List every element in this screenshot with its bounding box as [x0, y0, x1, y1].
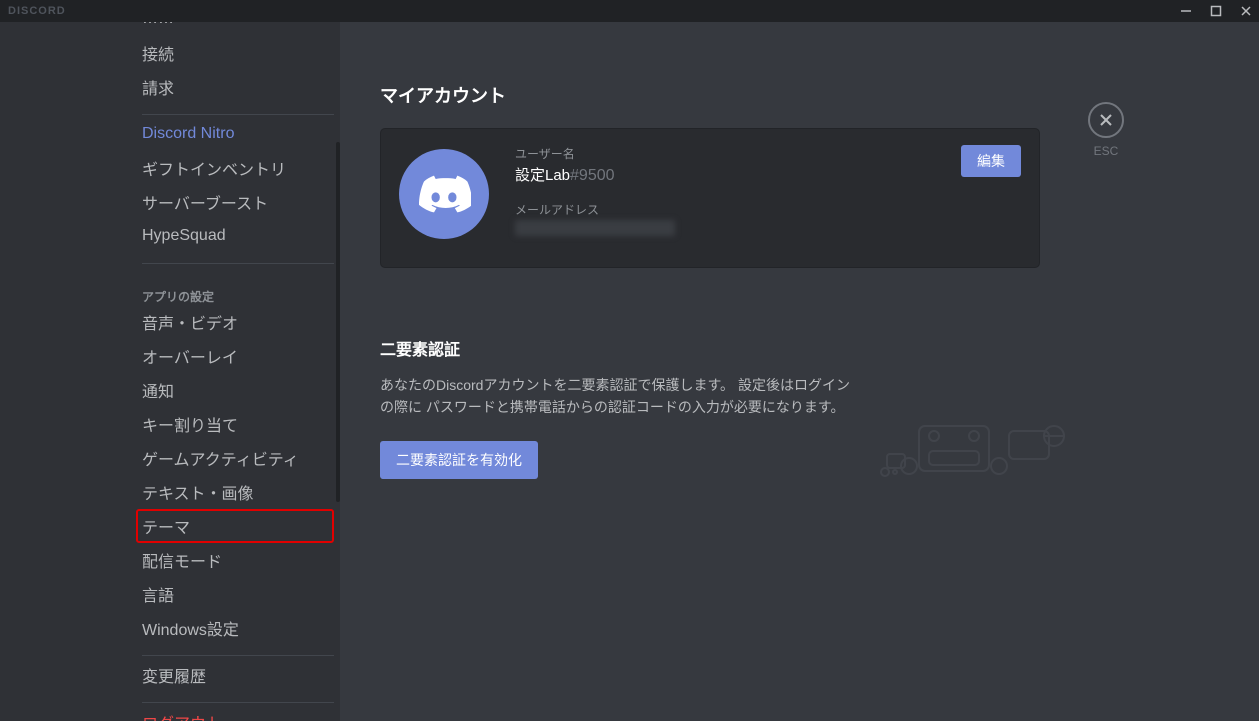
sidebar-item-logout[interactable]: ログアウト	[142, 705, 334, 721]
discord-logo-icon	[417, 174, 471, 214]
sidebar-item-language[interactable]: 言語	[142, 577, 334, 611]
discord-brand: DISCORD	[8, 5, 66, 17]
sidebar-item-theme[interactable]: テーマ	[136, 509, 334, 543]
sidebar-separator	[142, 114, 334, 115]
username-value: 設定Lab	[515, 167, 570, 184]
sidebar-item-hypesquad[interactable]: HypeSquad	[142, 219, 334, 253]
sidebar-item-text-images[interactable]: テキスト・画像	[142, 475, 334, 509]
sidebar-item-connections[interactable]: 接続	[142, 36, 334, 70]
sidebar-item-boost[interactable]: サーバーブースト	[142, 185, 334, 219]
account-card: ユーザー名 設定Lab#9500 メールアドレス 編集	[380, 128, 1040, 268]
sidebar-item-overlay[interactable]: オーバーレイ	[142, 339, 334, 373]
sidebar-separator	[142, 655, 334, 656]
window-maximize-icon[interactable]	[1209, 4, 1223, 18]
sidebar-item-billing[interactable]: 請求	[142, 70, 334, 104]
sidebar-item-game-activity[interactable]: ゲームアクティビティ	[142, 441, 334, 475]
settings-content: マイアカウント ユーザー名 設定Lab#9500 メールアドレス 編	[340, 22, 1259, 721]
window-close-icon[interactable]	[1239, 4, 1253, 18]
email-label: メールアドレス	[515, 201, 935, 218]
discriminator: #9500	[570, 167, 615, 184]
email-value-redacted	[515, 220, 675, 236]
window-minimize-icon[interactable]	[1179, 4, 1193, 18]
sidebar-item-streamer[interactable]: 配信モード	[142, 543, 334, 577]
close-icon	[1098, 112, 1114, 128]
sidebar-item-notifications[interactable]: 通知	[142, 373, 334, 407]
settings-sidebar: …… 接続 請求 Discord Nitro ギフトインベントリ サーバーブース…	[0, 22, 340, 721]
edit-button[interactable]: 編集	[961, 145, 1021, 177]
wumpus-illustration	[879, 406, 1079, 491]
sidebar-item-nitro[interactable]: Discord Nitro	[142, 117, 334, 151]
sidebar-item-cutoff[interactable]: ……	[142, 22, 334, 36]
sidebar-header-app: アプリの設定	[142, 278, 334, 305]
twofa-description: あなたのDiscordアカウントを二要素認証で保護します。 設定後はログインの際…	[380, 374, 850, 419]
esc-label: ESC	[1094, 144, 1119, 158]
enable-2fa-button[interactable]: 二要素認証を有効化	[380, 441, 538, 479]
twofa-title: 二要素認証	[380, 336, 1219, 360]
sidebar-separator	[142, 263, 334, 264]
sidebar-item-windows[interactable]: Windows設定	[142, 611, 334, 645]
sidebar-item-gift[interactable]: ギフトインベントリ	[142, 151, 334, 185]
username-label: ユーザー名	[515, 145, 935, 162]
sidebar-separator	[142, 702, 334, 703]
sidebar-item-keybinds[interactable]: キー割り当て	[142, 407, 334, 441]
avatar[interactable]	[399, 149, 489, 239]
window-titlebar: DISCORD	[0, 0, 1259, 22]
sidebar-item-changelog[interactable]: 変更履歴	[142, 658, 334, 692]
sidebar-item-voice[interactable]: 音声・ビデオ	[142, 305, 334, 339]
close-settings-button[interactable]	[1088, 102, 1124, 138]
